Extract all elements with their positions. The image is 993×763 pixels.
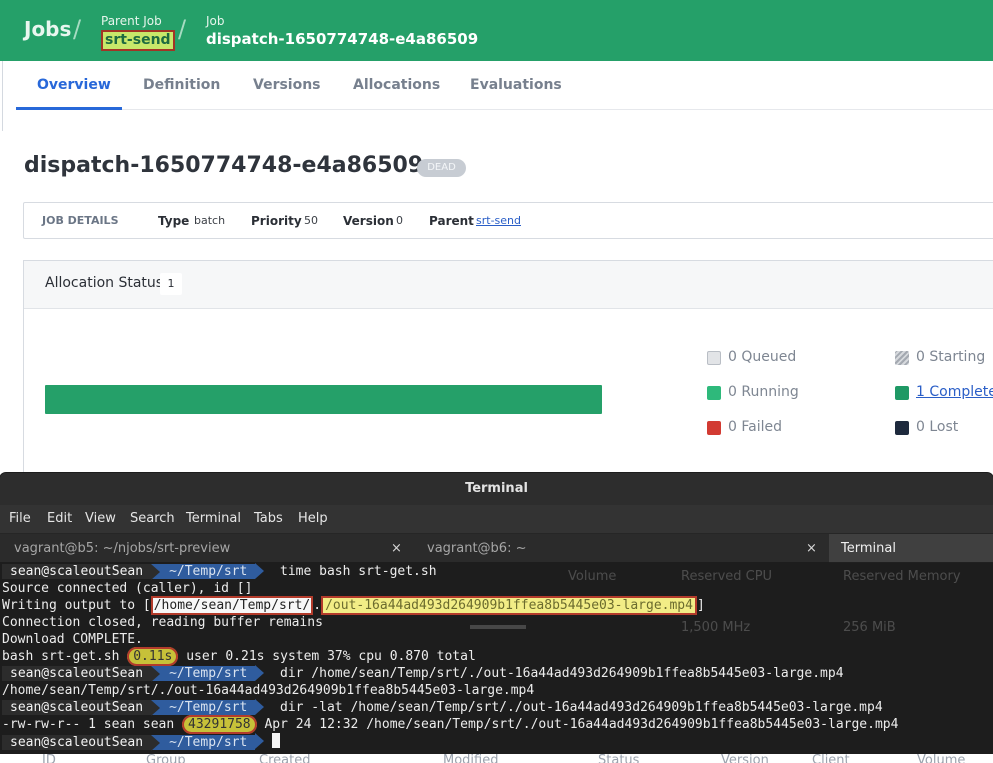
menu-view[interactable]: View — [85, 511, 116, 526]
bg-col-modified: Modified — [443, 753, 499, 763]
legend-label: 0 Starting — [916, 349, 986, 365]
menu-tabs[interactable]: Tabs — [254, 511, 283, 526]
breadcrumb-jobs-link[interactable]: Jobs — [24, 17, 71, 41]
legend-complete-link[interactable]: 1 Complete — [916, 384, 993, 400]
allocation-status-title: Allocation Status — [45, 275, 164, 291]
bg-col-status: Status — [598, 753, 640, 763]
page: Jobs / Parent Job srt-send / Job dispatc… — [0, 0, 993, 763]
terminal-tab-label: vagrant@b5: ~/njobs/srt-preview — [14, 541, 231, 556]
active-tab-indicator — [16, 107, 122, 110]
status-badge: DEAD — [417, 159, 466, 177]
breadcrumb-parent-job[interactable]: Parent Job srt-send — [101, 14, 175, 51]
sidebar-edge — [0, 61, 3, 131]
tab-definition[interactable]: Definition — [143, 77, 220, 93]
type-label: Type — [158, 214, 190, 228]
allocation-complete-bar[interactable] — [45, 385, 602, 414]
menu-help[interactable]: Help — [298, 511, 328, 526]
allocation-status-panel: Allocation Status 1 0 Queued 0 Starting … — [23, 260, 993, 480]
terminal-tab-label: Terminal — [841, 541, 896, 556]
legend-label: 0 Lost — [916, 419, 959, 435]
priority-label: Priority — [251, 214, 302, 228]
legend-label: 0 Running — [728, 384, 799, 400]
bg-col-created: Created — [259, 753, 311, 763]
job-value: dispatch-1650774748-e4a86509 — [206, 30, 479, 48]
page-title: dispatch-1650774748-e4a86509 — [24, 153, 424, 178]
menu-terminal[interactable]: Terminal — [186, 511, 241, 526]
tab-versions[interactable]: Versions — [253, 77, 321, 93]
type-value: batch — [194, 214, 226, 227]
job-tabs: Overview Definition Versions Allocations… — [16, 61, 993, 110]
legend-label: 0 Queued — [728, 349, 797, 365]
breadcrumb-separator: / — [73, 15, 82, 43]
lost-swatch — [895, 421, 909, 435]
bg-col-client: Client — [812, 753, 850, 763]
breadcrumb-job: Job dispatch-1650774748-e4a86509 — [206, 14, 478, 49]
terminal-tabs: vagrant@b5: ~/njobs/srt-preview × vagran… — [0, 533, 993, 563]
complete-swatch — [895, 386, 909, 400]
allocation-status-header: Allocation Status 1 — [24, 261, 993, 309]
bg-col-volume: Volume — [917, 753, 966, 763]
breadcrumb-separator: / — [178, 15, 187, 43]
terminal-tab-b5[interactable]: vagrant@b5: ~/njobs/srt-preview × — [0, 534, 413, 563]
tab-overview[interactable]: Overview — [37, 77, 111, 93]
version-label: Version — [343, 214, 394, 228]
job-details-bar: JOB DETAILS Type batch Priority 50 Versi… — [23, 202, 993, 239]
job-details-heading: JOB DETAILS — [42, 214, 119, 227]
terminal-title-bar[interactable]: Terminal — [0, 473, 993, 505]
background-allocations-table: ID Group Created Modified Status Version… — [0, 560, 993, 763]
running-swatch — [707, 386, 721, 400]
job-label: Job — [206, 14, 225, 28]
close-icon[interactable]: × — [391, 534, 402, 563]
legend-label: 0 Failed — [728, 419, 782, 435]
starting-swatch — [895, 351, 909, 365]
terminal-tab-active[interactable]: Terminal — [829, 534, 993, 563]
queued-swatch — [707, 351, 721, 365]
menu-search[interactable]: Search — [130, 511, 175, 526]
terminal-tab-label: vagrant@b6: ~ — [427, 541, 527, 556]
bg-col-version: Version — [721, 753, 769, 763]
menu-file[interactable]: File — [9, 511, 31, 526]
tab-evaluations[interactable]: Evaluations — [470, 77, 562, 93]
parent-label: Parent — [429, 214, 474, 228]
allocation-count-badge: 1 — [160, 273, 182, 295]
close-icon[interactable]: × — [806, 534, 817, 563]
menu-edit[interactable]: Edit — [47, 511, 72, 526]
tab-allocations[interactable]: Allocations — [353, 77, 440, 93]
version-value: 0 — [396, 214, 403, 227]
bg-col-id: ID — [42, 753, 56, 763]
parent-link[interactable]: srt-send — [476, 214, 521, 227]
terminal-menubar: File Edit View Search Terminal Tabs Help — [0, 505, 993, 533]
top-header: Jobs / Parent Job srt-send / Job dispatc… — [0, 0, 993, 61]
parent-job-value[interactable]: srt-send — [101, 30, 175, 51]
parent-job-label: Parent Job — [101, 14, 162, 28]
terminal-tab-b6[interactable]: vagrant@b6: ~ × — [413, 534, 829, 563]
bg-col-group: Group — [146, 753, 186, 763]
failed-swatch — [707, 421, 721, 435]
priority-value: 50 — [304, 214, 318, 227]
